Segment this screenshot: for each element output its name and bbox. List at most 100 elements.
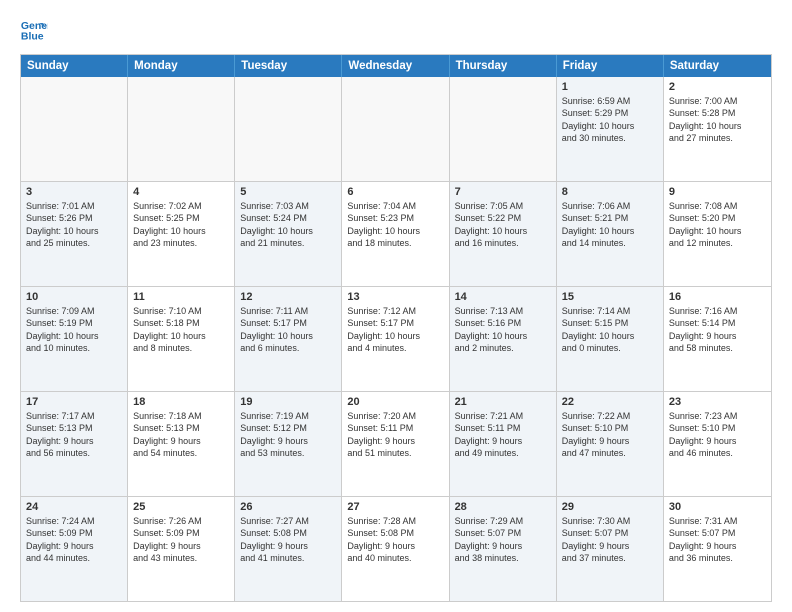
day-info: Sunrise: 7:20 AM Sunset: 5:11 PM Dayligh… [347,410,443,459]
calendar-cell-5-6: 29Sunrise: 7:30 AM Sunset: 5:07 PM Dayli… [557,497,664,601]
day-number: 14 [455,290,551,304]
weekday-header-sunday: Sunday [21,55,128,77]
calendar-cell-4-1: 17Sunrise: 7:17 AM Sunset: 5:13 PM Dayli… [21,392,128,496]
weekday-header-thursday: Thursday [450,55,557,77]
calendar-row-5: 24Sunrise: 7:24 AM Sunset: 5:09 PM Dayli… [21,496,771,601]
day-number: 25 [133,500,229,514]
weekday-header-tuesday: Tuesday [235,55,342,77]
logo: General Blue [20,16,52,44]
day-info: Sunrise: 7:23 AM Sunset: 5:10 PM Dayligh… [669,410,766,459]
calendar-cell-3-3: 12Sunrise: 7:11 AM Sunset: 5:17 PM Dayli… [235,287,342,391]
calendar-cell-1-4 [342,77,449,181]
calendar-cell-1-1 [21,77,128,181]
calendar-cell-2-6: 8Sunrise: 7:06 AM Sunset: 5:21 PM Daylig… [557,182,664,286]
day-number: 8 [562,185,658,199]
day-info: Sunrise: 7:00 AM Sunset: 5:28 PM Dayligh… [669,95,766,144]
day-info: Sunrise: 7:09 AM Sunset: 5:19 PM Dayligh… [26,305,122,354]
calendar-cell-3-1: 10Sunrise: 7:09 AM Sunset: 5:19 PM Dayli… [21,287,128,391]
calendar-row-4: 17Sunrise: 7:17 AM Sunset: 5:13 PM Dayli… [21,391,771,496]
day-info: Sunrise: 7:21 AM Sunset: 5:11 PM Dayligh… [455,410,551,459]
calendar-header: SundayMondayTuesdayWednesdayThursdayFrid… [21,55,771,77]
calendar-cell-3-6: 15Sunrise: 7:14 AM Sunset: 5:15 PM Dayli… [557,287,664,391]
day-number: 30 [669,500,766,514]
header: General Blue [20,16,772,44]
day-info: Sunrise: 7:29 AM Sunset: 5:07 PM Dayligh… [455,515,551,564]
weekday-header-friday: Friday [557,55,664,77]
calendar: SundayMondayTuesdayWednesdayThursdayFrid… [20,54,772,602]
calendar-cell-5-3: 26Sunrise: 7:27 AM Sunset: 5:08 PM Dayli… [235,497,342,601]
calendar-cell-5-2: 25Sunrise: 7:26 AM Sunset: 5:09 PM Dayli… [128,497,235,601]
calendar-row-3: 10Sunrise: 7:09 AM Sunset: 5:19 PM Dayli… [21,286,771,391]
calendar-cell-2-2: 4Sunrise: 7:02 AM Sunset: 5:25 PM Daylig… [128,182,235,286]
calendar-cell-2-1: 3Sunrise: 7:01 AM Sunset: 5:26 PM Daylig… [21,182,128,286]
day-number: 5 [240,185,336,199]
day-info: Sunrise: 7:27 AM Sunset: 5:08 PM Dayligh… [240,515,336,564]
calendar-cell-4-3: 19Sunrise: 7:19 AM Sunset: 5:12 PM Dayli… [235,392,342,496]
calendar-cell-4-6: 22Sunrise: 7:22 AM Sunset: 5:10 PM Dayli… [557,392,664,496]
calendar-cell-3-5: 14Sunrise: 7:13 AM Sunset: 5:16 PM Dayli… [450,287,557,391]
weekday-header-monday: Monday [128,55,235,77]
day-number: 10 [26,290,122,304]
calendar-cell-3-7: 16Sunrise: 7:16 AM Sunset: 5:14 PM Dayli… [664,287,771,391]
calendar-row-1: 1Sunrise: 6:59 AM Sunset: 5:29 PM Daylig… [21,77,771,181]
day-number: 6 [347,185,443,199]
day-info: Sunrise: 7:26 AM Sunset: 5:09 PM Dayligh… [133,515,229,564]
day-number: 29 [562,500,658,514]
day-info: Sunrise: 7:10 AM Sunset: 5:18 PM Dayligh… [133,305,229,354]
day-info: Sunrise: 7:16 AM Sunset: 5:14 PM Dayligh… [669,305,766,354]
day-number: 27 [347,500,443,514]
calendar-cell-5-5: 28Sunrise: 7:29 AM Sunset: 5:07 PM Dayli… [450,497,557,601]
day-number: 20 [347,395,443,409]
calendar-cell-4-5: 21Sunrise: 7:21 AM Sunset: 5:11 PM Dayli… [450,392,557,496]
day-info: Sunrise: 7:11 AM Sunset: 5:17 PM Dayligh… [240,305,336,354]
calendar-cell-1-6: 1Sunrise: 6:59 AM Sunset: 5:29 PM Daylig… [557,77,664,181]
day-info: Sunrise: 7:04 AM Sunset: 5:23 PM Dayligh… [347,200,443,249]
calendar-row-2: 3Sunrise: 7:01 AM Sunset: 5:26 PM Daylig… [21,181,771,286]
day-number: 28 [455,500,551,514]
calendar-cell-2-4: 6Sunrise: 7:04 AM Sunset: 5:23 PM Daylig… [342,182,449,286]
weekday-header-wednesday: Wednesday [342,55,449,77]
day-info: Sunrise: 7:01 AM Sunset: 5:26 PM Dayligh… [26,200,122,249]
day-info: Sunrise: 7:13 AM Sunset: 5:16 PM Dayligh… [455,305,551,354]
day-info: Sunrise: 7:14 AM Sunset: 5:15 PM Dayligh… [562,305,658,354]
day-info: Sunrise: 7:19 AM Sunset: 5:12 PM Dayligh… [240,410,336,459]
calendar-cell-2-5: 7Sunrise: 7:05 AM Sunset: 5:22 PM Daylig… [450,182,557,286]
day-info: Sunrise: 7:30 AM Sunset: 5:07 PM Dayligh… [562,515,658,564]
day-info: Sunrise: 7:24 AM Sunset: 5:09 PM Dayligh… [26,515,122,564]
calendar-cell-5-1: 24Sunrise: 7:24 AM Sunset: 5:09 PM Dayli… [21,497,128,601]
day-info: Sunrise: 7:17 AM Sunset: 5:13 PM Dayligh… [26,410,122,459]
day-number: 1 [562,80,658,94]
day-number: 17 [26,395,122,409]
day-info: Sunrise: 7:18 AM Sunset: 5:13 PM Dayligh… [133,410,229,459]
calendar-cell-1-2 [128,77,235,181]
day-info: Sunrise: 7:12 AM Sunset: 5:17 PM Dayligh… [347,305,443,354]
calendar-cell-5-4: 27Sunrise: 7:28 AM Sunset: 5:08 PM Dayli… [342,497,449,601]
day-number: 18 [133,395,229,409]
day-info: Sunrise: 7:05 AM Sunset: 5:22 PM Dayligh… [455,200,551,249]
day-number: 7 [455,185,551,199]
day-number: 22 [562,395,658,409]
logo-icon: General Blue [20,16,48,44]
calendar-cell-4-2: 18Sunrise: 7:18 AM Sunset: 5:13 PM Dayli… [128,392,235,496]
day-info: Sunrise: 7:22 AM Sunset: 5:10 PM Dayligh… [562,410,658,459]
page: General Blue SundayMondayTuesdayWednesda… [0,0,792,612]
calendar-cell-4-7: 23Sunrise: 7:23 AM Sunset: 5:10 PM Dayli… [664,392,771,496]
day-number: 24 [26,500,122,514]
calendar-cell-3-4: 13Sunrise: 7:12 AM Sunset: 5:17 PM Dayli… [342,287,449,391]
day-number: 19 [240,395,336,409]
day-info: Sunrise: 6:59 AM Sunset: 5:29 PM Dayligh… [562,95,658,144]
svg-text:Blue: Blue [21,31,44,43]
calendar-cell-1-7: 2Sunrise: 7:00 AM Sunset: 5:28 PM Daylig… [664,77,771,181]
day-info: Sunrise: 7:28 AM Sunset: 5:08 PM Dayligh… [347,515,443,564]
calendar-cell-1-5 [450,77,557,181]
day-number: 12 [240,290,336,304]
day-number: 15 [562,290,658,304]
calendar-body: 1Sunrise: 6:59 AM Sunset: 5:29 PM Daylig… [21,77,771,601]
day-number: 11 [133,290,229,304]
day-number: 9 [669,185,766,199]
calendar-cell-5-7: 30Sunrise: 7:31 AM Sunset: 5:07 PM Dayli… [664,497,771,601]
day-info: Sunrise: 7:31 AM Sunset: 5:07 PM Dayligh… [669,515,766,564]
day-info: Sunrise: 7:02 AM Sunset: 5:25 PM Dayligh… [133,200,229,249]
day-info: Sunrise: 7:08 AM Sunset: 5:20 PM Dayligh… [669,200,766,249]
day-info: Sunrise: 7:03 AM Sunset: 5:24 PM Dayligh… [240,200,336,249]
